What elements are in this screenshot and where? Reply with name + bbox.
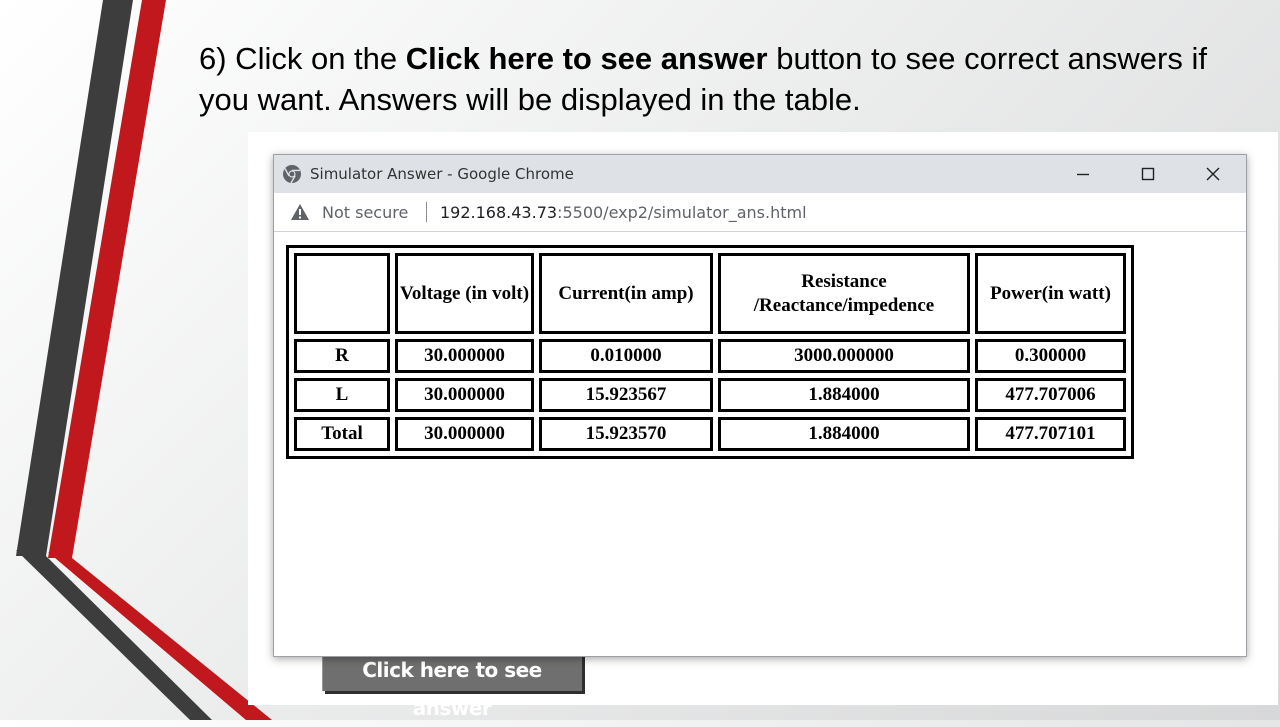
header-cell-power: Power(in watt) [975,253,1126,334]
page-content: Voltage (in volt) Current(in amp) Resist… [286,245,1134,459]
power-cell: 477.707006 [975,378,1126,412]
url-host: 192.168.43.73 [440,203,558,222]
window-title: Simulator Answer - Google Chrome [310,165,574,183]
resistance-cell: 1.884000 [718,378,970,412]
voltage-cell: 30.000000 [395,417,534,451]
row-label-cell: Total [294,417,390,451]
warning-icon [291,204,309,220]
header-cell-voltage: Voltage (in volt) [395,253,534,334]
answer-table: Voltage (in volt) Current(in amp) Resist… [286,245,1134,459]
maximize-button[interactable] [1117,155,1179,193]
instruction-text: 6) Click on the Click here to see answer… [199,38,1209,120]
table-header-row: Voltage (in volt) Current(in amp) Resist… [294,253,1126,334]
current-cell: 15.923567 [539,378,713,412]
voltage-cell: 30.000000 [395,339,534,373]
instruction-bold: Click here to see answer [405,41,768,76]
red-lower-stripe [48,552,272,720]
voltage-cell: 30.000000 [395,378,534,412]
close-button[interactable] [1182,155,1244,193]
minimize-icon [1077,173,1089,176]
dark-lower-stripe [16,550,212,720]
power-cell: 0.300000 [975,339,1126,373]
table-row: R 30.000000 0.010000 3000.000000 0.30000… [294,339,1126,373]
row-label-cell: L [294,378,390,412]
instruction-prefix: 6) Click on the [199,41,406,76]
resistance-cell: 3000.000000 [718,339,970,373]
row-label-cell: R [294,339,390,373]
header-cell-current: Current(in amp) [539,253,713,334]
current-cell: 0.010000 [539,339,713,373]
header-cell-resistance: Resistance /Reactance/impedence [718,253,970,334]
table-row: Total 30.000000 15.923570 1.884000 477.7… [294,417,1126,451]
not-secure-label: Not secure [322,203,409,222]
title-bar: Simulator Answer - Google Chrome [274,155,1246,193]
table-row: L 30.000000 15.923567 1.884000 477.70700… [294,378,1126,412]
url-text[interactable]: 192.168.43.73:5500/exp2/simulator_ans.ht… [440,203,807,222]
header-cell-label [294,253,390,334]
resistance-cell: 1.884000 [718,417,970,451]
minimize-button[interactable] [1052,155,1114,193]
maximize-icon [1141,167,1155,181]
popup-window: Simulator Answer - Google Chrome Not sec… [273,154,1247,657]
current-cell: 15.923570 [539,417,713,451]
close-icon [1206,167,1220,181]
chrome-icon [283,165,301,184]
address-divider [426,202,427,222]
power-cell: 477.707101 [975,417,1126,451]
address-bar[interactable]: Not secure 192.168.43.73:5500/exp2/simul… [274,193,1246,232]
url-path: :5500/exp2/simulator_ans.html [557,203,807,222]
see-answer-button[interactable]: Click here to see answer [322,651,582,720]
